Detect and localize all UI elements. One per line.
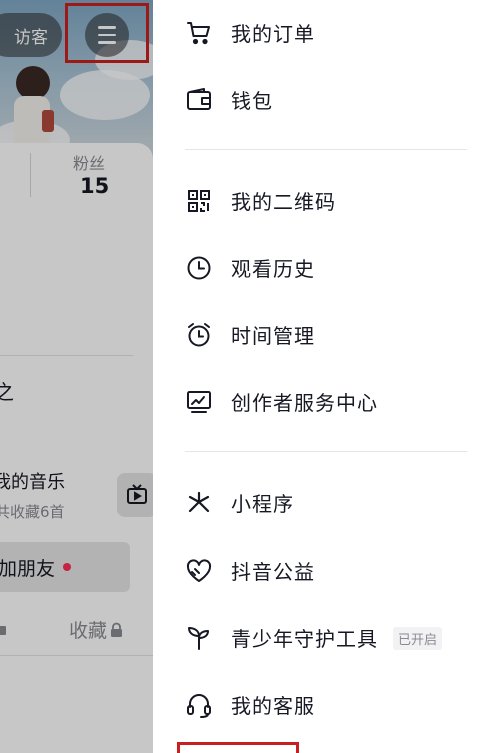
menu-item-label: 青少年守护工具 <box>231 626 378 651</box>
menu-item-time-management[interactable]: 时间管理 <box>153 304 500 364</box>
menu-item-wallet[interactable]: 钱包 <box>153 69 500 129</box>
section-divider <box>185 149 467 150</box>
fans-label: 粉丝 <box>73 154 106 173</box>
menu-item-label: 创作者服务中心 <box>231 390 378 415</box>
menu-item-label: 小程序 <box>231 491 294 516</box>
menu-item-charity[interactable]: 抖音公益 <box>153 540 500 600</box>
my-music-title[interactable]: 我的音乐 <box>0 468 65 494</box>
side-drawer-menu: 我的订单 钱包 我的二维码 观看历史 时间管理 创作者服务中心 小程序 抖音公益… <box>153 0 500 753</box>
profile-card <box>0 143 153 753</box>
status-badge-enabled: 已开启 <box>393 627 443 650</box>
charity-heart-icon <box>186 559 212 582</box>
add-friend-button[interactable]: 加朋友 <box>0 542 130 592</box>
menu-item-watch-history[interactable]: 观看历史 <box>153 237 500 297</box>
my-music-subtitle: 共收藏6首 <box>0 503 65 521</box>
lock-icon <box>0 626 6 635</box>
sprout-icon <box>188 627 209 650</box>
menu-item-creator-center[interactable]: 创作者服务中心 <box>153 371 500 431</box>
menu-item-mini-programs[interactable]: 小程序 <box>153 472 500 532</box>
highlight-box-settings <box>177 742 299 753</box>
shopping-cart-icon <box>187 22 210 45</box>
qr-code-icon <box>188 190 210 212</box>
collect-tab[interactable]: 收藏 <box>69 616 123 643</box>
section-divider <box>185 451 467 452</box>
headset-icon <box>187 694 211 718</box>
tv-button[interactable] <box>117 473 153 517</box>
menu-item-orders[interactable]: 我的订单 <box>153 2 500 62</box>
menu-item-label: 我的二维码 <box>231 189 336 214</box>
mini-program-icon <box>188 491 210 513</box>
menu-item-label: 观看历史 <box>231 256 315 281</box>
collect-label: 收藏 <box>69 620 108 642</box>
clock-icon <box>187 256 211 280</box>
menu-item-label: 钱包 <box>231 88 273 113</box>
banner-figure-hair <box>16 66 50 100</box>
menu-item-qr-code[interactable]: 我的二维码 <box>153 170 500 230</box>
creator-monitor-icon <box>187 391 211 413</box>
menu-item-label: 抖音公益 <box>231 559 315 584</box>
add-friend-label: 加朋友 <box>0 557 56 580</box>
notification-dot <box>63 563 72 571</box>
wallet-icon <box>187 88 211 110</box>
highlight-box-menu <box>65 3 149 63</box>
menu-item-teen-protection[interactable]: 青少年守护工具 已开启 <box>153 607 500 667</box>
menu-item-customer-service[interactable]: 我的客服 <box>153 674 500 734</box>
alarm-clock-icon <box>188 323 210 347</box>
fans-count[interactable]: 15 <box>80 174 109 198</box>
lock-icon <box>111 622 123 637</box>
profile-page-background: 访客 粉丝 15 之 我的音乐 共收藏6首 加朋友 收藏 <box>0 0 153 753</box>
visitor-button[interactable]: 访客 <box>0 13 62 57</box>
partial-heading: 之 <box>0 380 14 404</box>
menu-item-label: 我的订单 <box>231 21 315 46</box>
menu-item-label: 时间管理 <box>231 323 315 348</box>
menu-item-label: 我的客服 <box>231 693 315 718</box>
tv-icon <box>127 484 147 504</box>
